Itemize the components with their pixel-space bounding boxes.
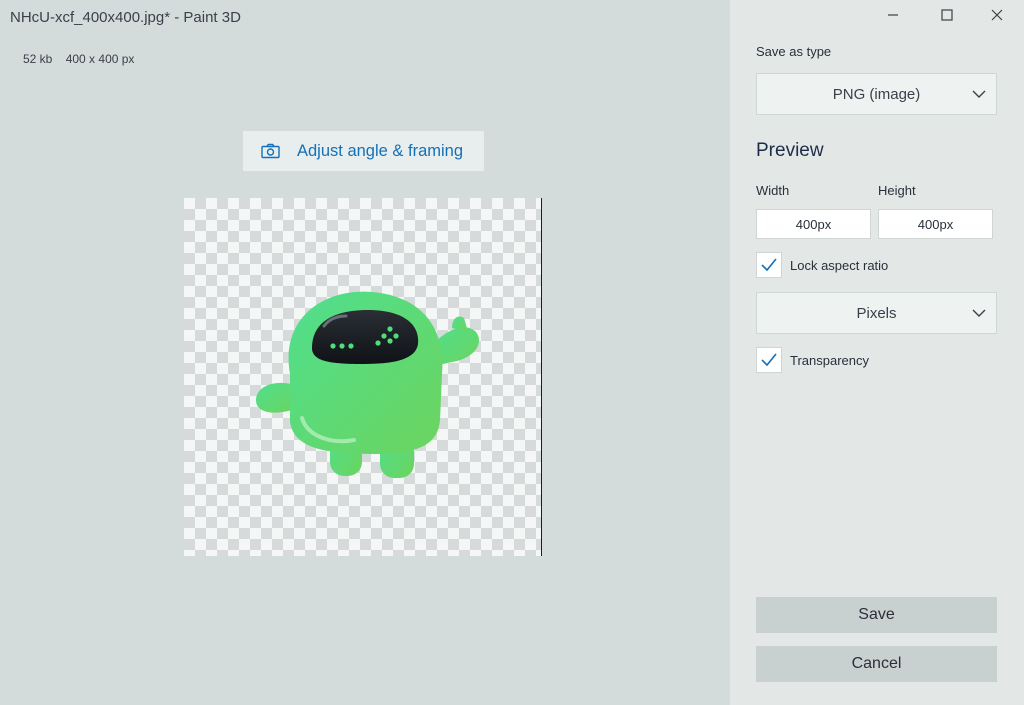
maximize-button[interactable] (930, 6, 964, 28)
lock-aspect-ratio-checkbox[interactable] (756, 252, 782, 278)
checkmark-icon (761, 353, 777, 367)
chevron-down-icon (972, 306, 986, 320)
close-icon (991, 8, 1003, 26)
units-value: Pixels (856, 304, 897, 322)
maximize-icon (941, 8, 953, 26)
camera-icon (261, 143, 280, 159)
lock-aspect-ratio-label: Lock aspect ratio (790, 257, 889, 273)
height-input[interactable] (878, 209, 993, 239)
transparency-checkbox[interactable] (756, 347, 782, 373)
robot-image (256, 291, 479, 478)
close-button[interactable] (980, 6, 1014, 28)
image-dimensions: 400 x 400 px (65, 52, 135, 66)
transparency-toggle[interactable]: Transparency (756, 347, 869, 373)
width-input[interactable] (756, 209, 871, 239)
height-label: Height (878, 183, 916, 198)
adjust-angle-framing-label: Adjust angle & framing (297, 141, 464, 160)
save-as-type-dropdown[interactable]: PNG (image) (756, 73, 997, 115)
cancel-button[interactable]: Cancel (756, 646, 997, 682)
transparency-label: Transparency (790, 352, 869, 368)
window-title: NHcU-xcf_400x400.jpg* - Paint 3D (10, 9, 241, 26)
width-label: Width (756, 183, 790, 198)
save-as-type-label: Save as type (756, 44, 832, 59)
save-button[interactable]: Save (756, 597, 997, 633)
lock-aspect-ratio-toggle[interactable]: Lock aspect ratio (756, 252, 888, 278)
preview-heading: Preview (756, 140, 824, 161)
save-options-panel: Save as type PNG (image) Preview Width H… (730, 0, 1024, 705)
minimize-button[interactable] (876, 6, 910, 28)
checkmark-icon (761, 258, 777, 272)
save-as-type-value: PNG (image) (832, 85, 921, 103)
adjust-angle-framing-button[interactable]: Adjust angle & framing (243, 131, 484, 171)
chevron-down-icon (972, 87, 986, 101)
image-preview-canvas (184, 198, 542, 556)
minimize-icon (887, 8, 899, 26)
units-dropdown[interactable]: Pixels (756, 292, 997, 334)
file-size: 52 kb (23, 52, 53, 66)
workspace: NHcU-xcf_400x400.jpg* - Paint 3D 52 kb 4… (0, 0, 730, 705)
file-info: 52 kb 400 x 400 px (23, 52, 134, 66)
